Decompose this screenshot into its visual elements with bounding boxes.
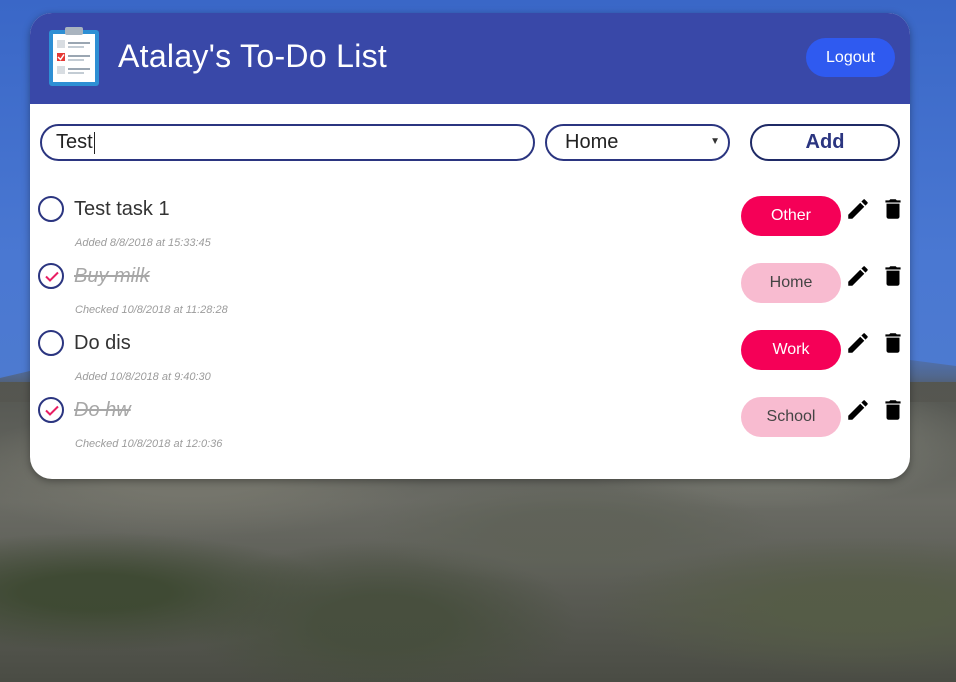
trash-icon[interactable] [880, 195, 906, 223]
trash-icon[interactable] [880, 329, 906, 357]
task-checkbox[interactable] [38, 263, 64, 289]
category-selected-value: Home [565, 131, 619, 153]
add-button[interactable]: Add [750, 124, 900, 161]
category-tag[interactable]: Home [741, 263, 841, 303]
trash-icon[interactable] [880, 262, 906, 290]
category-select[interactable]: Home ▼ [545, 124, 730, 161]
pencil-icon[interactable] [845, 396, 871, 424]
trash-icon[interactable] [880, 396, 906, 424]
category-tag[interactable]: Work [741, 330, 841, 370]
category-tag[interactable]: School [741, 397, 841, 437]
task-input-value: Test [56, 131, 93, 153]
pencil-icon[interactable] [845, 329, 871, 357]
task-label: Do hw [74, 399, 131, 421]
text-caret [93, 131, 95, 154]
task-checkbox[interactable] [38, 196, 64, 222]
checkmark-icon [45, 271, 59, 282]
app-title: Atalay's To-Do List [118, 38, 388, 74]
clipboard-checklist-icon [49, 27, 99, 86]
pencil-icon[interactable] [845, 195, 871, 223]
task-label: Test task 1 [74, 198, 170, 220]
task-timestamp: Checked 10/8/2018 at 12:0:36 [75, 438, 223, 450]
dropdown-arrow-icon: ▼ [710, 136, 720, 147]
task-label: Do dis [74, 332, 131, 354]
task-checkbox[interactable] [38, 330, 64, 356]
checkmark-icon [45, 405, 59, 416]
category-tag[interactable]: Other [741, 196, 841, 236]
task-timestamp: Checked 10/8/2018 at 11:28:28 [75, 304, 228, 316]
app-header: Atalay's To-Do List Logout [30, 13, 910, 104]
task-timestamp: Added 10/8/2018 at 9:40:30 [75, 371, 211, 383]
todo-card: Atalay's To-Do List Logout Test Home ▼ A… [30, 13, 910, 479]
task-checkbox[interactable] [38, 397, 64, 423]
task-input[interactable]: Test [40, 124, 535, 161]
logout-button[interactable]: Logout [806, 38, 895, 77]
task-label: Buy milk [74, 265, 150, 287]
pencil-icon[interactable] [845, 262, 871, 290]
task-timestamp: Added 8/8/2018 at 15:33:45 [75, 237, 211, 249]
